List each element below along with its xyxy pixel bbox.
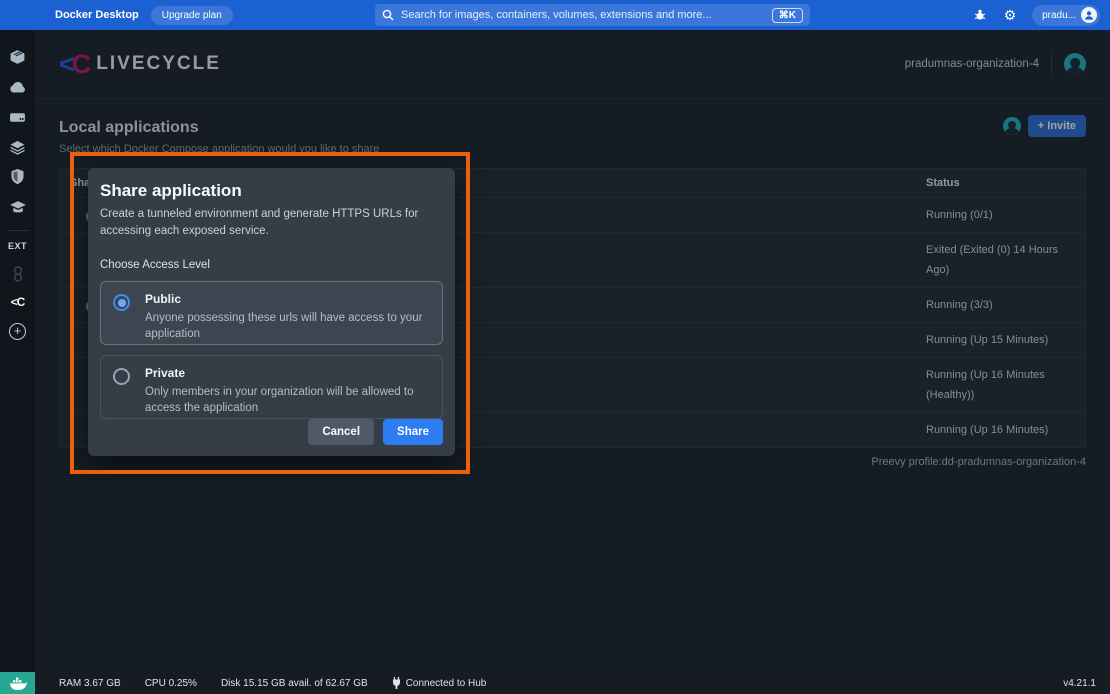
- share-button[interactable]: Share: [383, 419, 443, 445]
- scout-shield-icon[interactable]: [9, 168, 27, 186]
- livecycle-extension-icon[interactable]: <C: [11, 295, 25, 309]
- extensions-section-label: EXT: [8, 241, 27, 251]
- access-level-label: Choose Access Level: [100, 259, 443, 271]
- add-extension-icon[interactable]: +: [9, 323, 26, 340]
- radio-selected-icon[interactable]: [113, 294, 130, 311]
- livecycle-extension-view: <C LIVECYCLE pradumnas-organization-4 Lo…: [35, 30, 1110, 672]
- share-application-modal: Share application Create a tunneled envi…: [88, 168, 455, 456]
- plug-icon: [392, 677, 401, 689]
- docker-desktop-window: Docker Desktop Upgrade plan Search for i…: [0, 0, 1110, 694]
- user-avatar-icon: [1081, 7, 1097, 23]
- docker-whale-icon[interactable]: [0, 672, 35, 694]
- search-placeholder: Search for images, containers, volumes, …: [401, 9, 772, 21]
- search-icon: [382, 9, 394, 21]
- bug-icon[interactable]: [972, 7, 988, 23]
- option-label: Private: [145, 366, 430, 380]
- search-shortcut-badge: ⌘K: [772, 8, 803, 23]
- hub-status-label: Connected to Hub: [406, 678, 487, 689]
- app-title: Docker Desktop: [55, 9, 139, 21]
- modal-title: Share application: [100, 181, 443, 201]
- user-menu-button[interactable]: pradu...: [1032, 5, 1100, 26]
- disk-stat: Disk 15.15 GB avail. of 62.67 GB: [221, 678, 368, 689]
- global-search-input[interactable]: Search for images, containers, volumes, …: [375, 4, 810, 26]
- cancel-button[interactable]: Cancel: [308, 419, 374, 445]
- upgrade-plan-button[interactable]: Upgrade plan: [151, 6, 233, 25]
- option-description: Anyone possessing these urls will have a…: [145, 310, 430, 342]
- volumes-icon[interactable]: [9, 108, 27, 126]
- access-option-private[interactable]: Private Only members in your organizatio…: [100, 355, 443, 419]
- version-label: v4.21.1: [1063, 678, 1096, 689]
- containers-icon[interactable]: [9, 48, 27, 66]
- docker-sidebar: EXT <C +: [0, 30, 35, 672]
- dev-environments-icon[interactable]: [9, 138, 27, 156]
- sidebar-divider: [7, 230, 29, 231]
- user-menu-label: pradu...: [1042, 10, 1076, 21]
- radio-unselected-icon[interactable]: [113, 368, 130, 385]
- gear-icon[interactable]: ⚙: [1002, 7, 1018, 23]
- modal-description: Create a tunneled environment and genera…: [100, 206, 445, 240]
- access-option-public[interactable]: Public Anyone possessing these urls will…: [100, 281, 443, 345]
- learning-center-icon[interactable]: [9, 198, 27, 216]
- option-description: Only members in your organization will b…: [145, 384, 430, 416]
- cloud-icon[interactable]: [9, 78, 27, 96]
- status-bar: RAM 3.67 GB CPU 0.25% Disk 15.15 GB avai…: [0, 672, 1110, 694]
- top-bar: Docker Desktop Upgrade plan Search for i…: [0, 0, 1110, 30]
- ram-stat: RAM 3.67 GB: [59, 678, 121, 689]
- extension-icon[interactable]: [9, 265, 27, 283]
- option-label: Public: [145, 292, 430, 306]
- cpu-stat: CPU 0.25%: [145, 678, 197, 689]
